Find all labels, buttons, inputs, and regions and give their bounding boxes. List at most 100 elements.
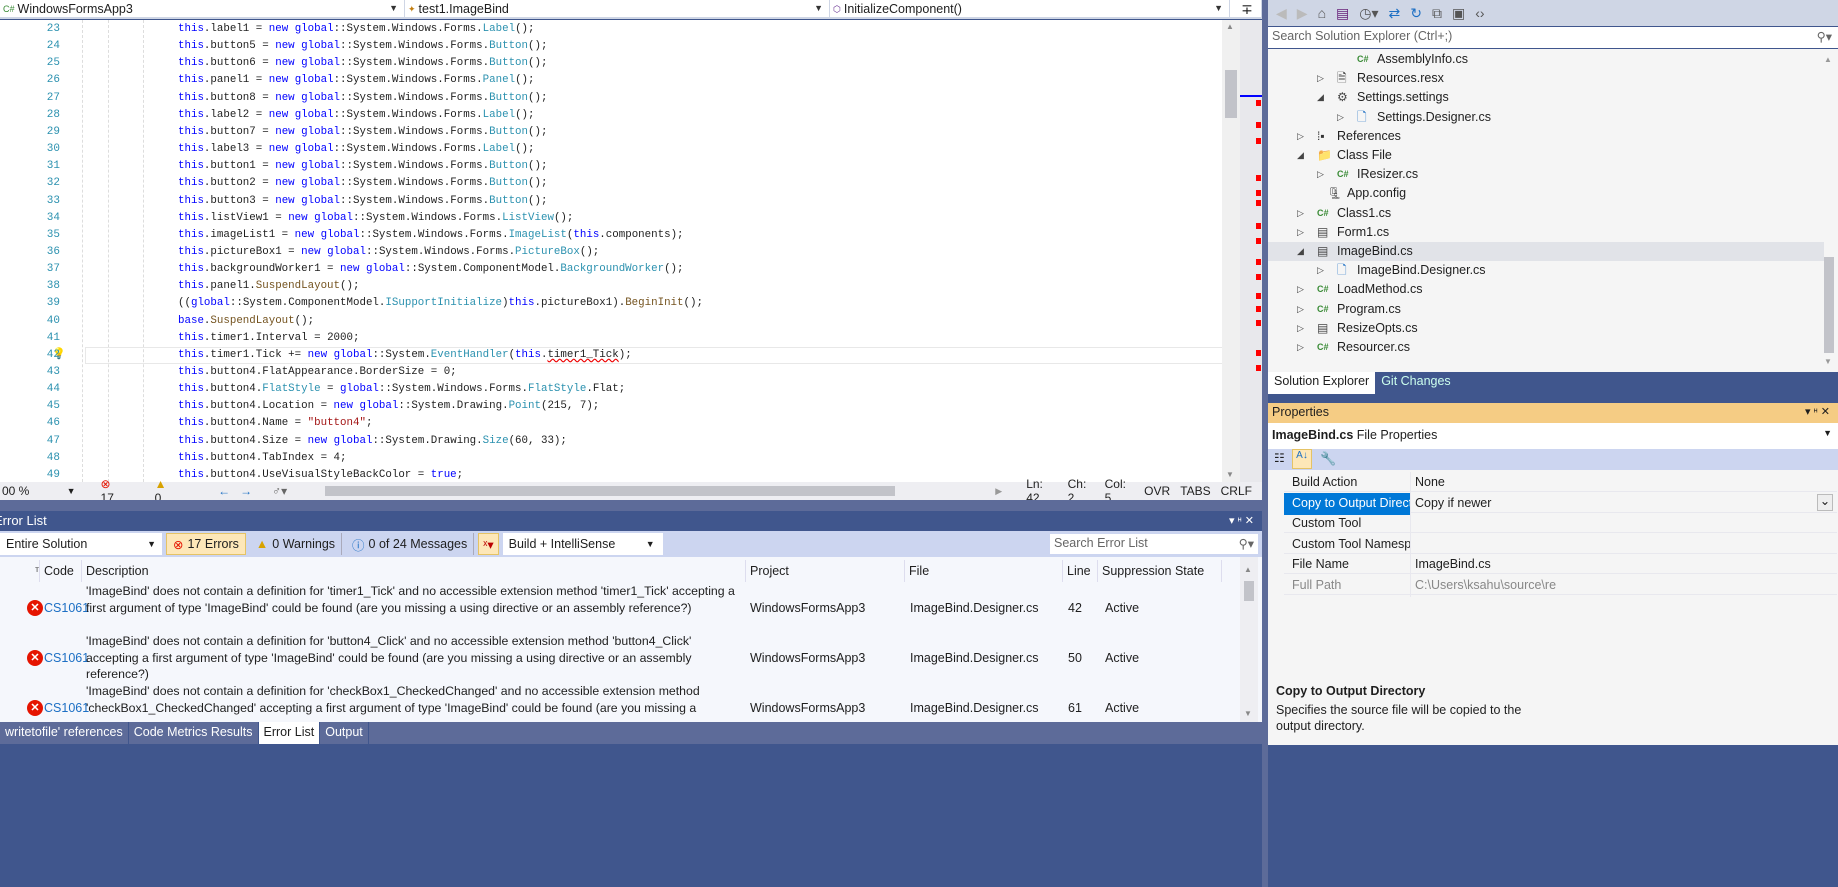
column-header-file[interactable]: File: [905, 560, 1063, 582]
code-line[interactable]: this.button4.TabIndex = 4;: [178, 450, 347, 467]
code-line[interactable]: this.label2 = new global::System.Windows…: [178, 107, 535, 124]
expand-arrow-icon[interactable]: ◢: [1297, 242, 1304, 261]
expand-arrow-icon[interactable]: ◢: [1297, 146, 1304, 165]
code-line[interactable]: this.button4.FlatAppearance.BorderSize =…: [178, 364, 457, 381]
error-marker[interactable]: [1256, 365, 1261, 371]
code-cleanup-icon[interactable]: ♂▾: [272, 484, 287, 498]
code-line[interactable]: this.button4.FlatStyle = global::System.…: [178, 381, 625, 398]
code-line[interactable]: this.button3 = new global::System.Window…: [178, 193, 547, 210]
pin-icon[interactable]: ᵸ: [1238, 515, 1242, 527]
sort-column-header[interactable]: ᵀ: [0, 560, 40, 582]
error-marker[interactable]: [1256, 200, 1261, 206]
expand-arrow-icon[interactable]: ▷: [1317, 165, 1324, 184]
error-marker[interactable]: [1256, 259, 1261, 265]
tree-item[interactable]: ◢ 📁 Class File: [1268, 146, 1824, 165]
scrollbar-thumb[interactable]: [1824, 257, 1834, 353]
pin-icon[interactable]: ᵸ: [1814, 406, 1818, 418]
switch-views-icon[interactable]: ▤: [1336, 5, 1349, 22]
dropdown-icon[interactable]: ▾: [1805, 406, 1811, 418]
expand-arrow-icon[interactable]: ▷: [1297, 127, 1304, 146]
tree-item[interactable]: ▷ C# Class1.cs: [1268, 204, 1824, 223]
expand-arrow-icon[interactable]: ▷: [1317, 69, 1324, 88]
scroll-down-icon[interactable]: ▼: [1226, 470, 1234, 479]
error-marker[interactable]: [1256, 274, 1261, 280]
zoom-level[interactable]: 00 %: [0, 484, 57, 498]
show-all-files-icon[interactable]: ▣: [1452, 5, 1465, 22]
member-dropdown[interactable]: ⬡ InitializeComponent() ▼: [830, 0, 1230, 18]
tree-item[interactable]: 🗜 App.config: [1268, 184, 1824, 203]
tree-item[interactable]: ◢ ⚙ Settings.settings: [1268, 88, 1824, 107]
collapse-all-icon[interactable]: ⧉: [1432, 5, 1442, 22]
tree-item[interactable]: ◢ ▤ ImageBind.cs: [1268, 242, 1824, 261]
sync-icon[interactable]: ⇄: [1389, 5, 1401, 22]
line-ending-indicator[interactable]: CRLF: [1221, 484, 1252, 498]
code-line[interactable]: this.button4.UseVisualStyleBackColor = t…: [178, 467, 463, 482]
errors-filter-button[interactable]: ⊗ 17 Errors: [166, 533, 246, 555]
scrollbar-thumb[interactable]: [325, 486, 896, 496]
error-marker[interactable]: [1256, 122, 1261, 128]
code-line[interactable]: this.button5 = new global::System.Window…: [178, 38, 547, 55]
column-header-description[interactable]: Description: [82, 560, 746, 582]
property-row[interactable]: Custom Tool Namespace: [1284, 533, 1837, 556]
pending-changes-filter-icon[interactable]: ◷▾: [1359, 5, 1378, 22]
error-list-scrollbar[interactable]: ▲ ▼: [1240, 557, 1258, 722]
scrollbar-thumb[interactable]: [1244, 581, 1254, 601]
tabs-indicator[interactable]: TABS: [1180, 484, 1210, 498]
scrollbar-thumb[interactable]: [1225, 70, 1237, 118]
error-marker[interactable]: [1256, 350, 1261, 356]
code-line[interactable]: this.timer1.Interval = 2000;: [178, 330, 359, 347]
code-line[interactable]: this.button7 = new global::System.Window…: [178, 124, 547, 141]
expand-arrow-icon[interactable]: ▷: [1337, 108, 1344, 127]
tree-item[interactable]: ▷ C# Program.cs: [1268, 300, 1824, 319]
split-window-button[interactable]: ∓: [1230, 0, 1262, 18]
code-line[interactable]: this.panel1.SuspendLayout();: [178, 278, 359, 295]
categorized-icon[interactable]: ☷: [1274, 451, 1285, 465]
expand-arrow-icon[interactable]: ▷: [1297, 300, 1304, 319]
column-header-suppression-state[interactable]: Suppression State: [1098, 560, 1222, 582]
scroll-up-icon[interactable]: ▲: [1244, 565, 1252, 574]
code-line[interactable]: this.timer1.Tick += new global::System.E…: [178, 347, 632, 364]
column-header-project[interactable]: Project: [746, 560, 905, 582]
bottom-tab[interactable]: Output: [320, 722, 369, 744]
search-icon[interactable]: ⚲▾: [1817, 29, 1832, 44]
error-marker[interactable]: [1256, 223, 1261, 229]
code-line[interactable]: this.imageList1 = new global::System.Win…: [178, 227, 684, 244]
error-list-search-input[interactable]: Search Error List ⚲▾: [1050, 534, 1258, 554]
error-marker[interactable]: [1256, 138, 1261, 144]
tree-item[interactable]: ▷ ⁞▪ References: [1268, 127, 1824, 146]
overwrite-indicator[interactable]: OVR: [1144, 484, 1170, 498]
expand-arrow-icon[interactable]: ▷: [1297, 204, 1304, 223]
tree-item[interactable]: ▷ ▤ Form1.cs: [1268, 223, 1824, 242]
refresh-icon[interactable]: ↻: [1410, 5, 1422, 22]
code-line[interactable]: this.panel1 = new global::System.Windows…: [178, 72, 535, 89]
source-dropdown[interactable]: Build + IntelliSense ▼: [502, 533, 663, 555]
code-line[interactable]: this.button4.Name = "button4";: [178, 415, 372, 432]
tree-item[interactable]: ▷ 🗋 Settings.Designer.cs: [1268, 108, 1824, 127]
property-row[interactable]: Custom Tool: [1284, 513, 1837, 535]
code-line[interactable]: base.SuspendLayout();: [178, 313, 314, 330]
error-row[interactable]: ✕ CS1061 'ImageBind' does not contain a de…: [0, 683, 1238, 722]
code-editor[interactable]: 💡 ▲ ▼ 23 this.label1 = new global::System…: [0, 20, 1262, 482]
property-row[interactable]: Full Path C:\Users\ksahu\source\re: [1284, 574, 1837, 597]
home-icon[interactable]: ⌂: [1318, 5, 1326, 21]
forward-icon[interactable]: ▶: [1297, 5, 1308, 22]
tree-item[interactable]: ▷ 🗎 Resources.resx: [1268, 69, 1824, 88]
close-icon[interactable]: ✕: [1821, 406, 1830, 418]
tree-item[interactable]: ▷ C# LoadMethod.cs: [1268, 280, 1824, 299]
messages-filter-button[interactable]: ⓘ 0 of 24 Messages: [346, 533, 475, 555]
tab-solution-explorer[interactable]: Solution Explorer: [1268, 372, 1376, 394]
editor-vertical-scrollbar[interactable]: ▲ ▼: [1222, 20, 1240, 482]
expand-arrow-icon[interactable]: ▷: [1297, 338, 1304, 357]
code-line[interactable]: this.button1 = new global::System.Window…: [178, 158, 547, 175]
code-line[interactable]: this.button4.Location = new global::Syst…: [178, 398, 599, 415]
class-dropdown[interactable]: ✦ test1.ImageBind ▼: [405, 0, 830, 18]
error-marker[interactable]: [1256, 320, 1261, 326]
warnings-filter-button[interactable]: ▲ 0 Warnings: [250, 533, 343, 555]
navigate-back-icon[interactable]: ←: [218, 484, 230, 498]
error-marker[interactable]: [1256, 100, 1261, 106]
bottom-tab[interactable]: Error List: [258, 722, 321, 744]
scroll-up-icon[interactable]: ▲: [1824, 55, 1832, 64]
column-header-line[interactable]: Line: [1063, 560, 1098, 582]
scroll-down-icon[interactable]: ▼: [1824, 357, 1832, 366]
error-marker[interactable]: [1256, 175, 1261, 181]
